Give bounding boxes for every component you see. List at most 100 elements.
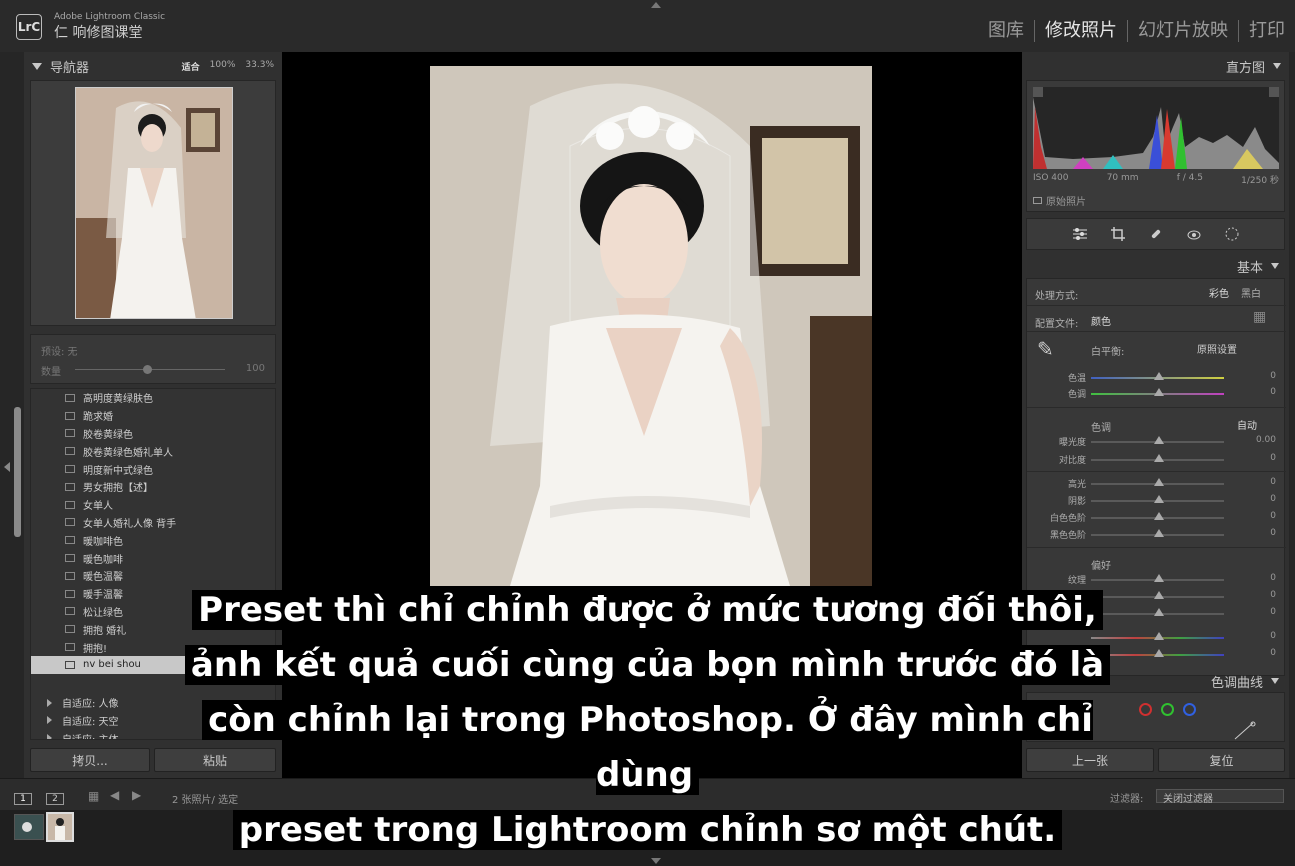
- preset-item[interactable]: 高明度黄绿肤色: [31, 389, 275, 407]
- checkbox-icon: [1033, 197, 1042, 204]
- slider-label: 色温: [1067, 374, 1086, 384]
- profile-dropdown[interactable]: 颜色: [1091, 313, 1111, 328]
- amount-slider-knob[interactable]: [143, 365, 152, 374]
- expand-triangle-icon: [47, 734, 52, 739]
- top-bar: LrC Adobe Lightroom Classic 仁 响修图课堂 图库 修…: [0, 0, 1295, 52]
- masking-icon[interactable]: [1223, 225, 1241, 243]
- collapse-top-arrow-icon[interactable]: [651, 2, 661, 8]
- video-subtitle: Preset thì chỉ chỉnh được ở mức tương đố…: [150, 583, 1145, 858]
- preset-label: 男女拥抱【述】: [83, 483, 153, 495]
- auto-button[interactable]: 自动: [1237, 417, 1257, 432]
- expand-triangle-icon: [47, 716, 52, 725]
- preset-item[interactable]: 暖色咖啡: [31, 549, 275, 567]
- navigator-header[interactable]: 导航器 适合 100% 33.3%: [24, 52, 282, 80]
- blacks-slider[interactable]: 黑色色阶 0: [1027, 528, 1286, 542]
- slider-label: 黑色色阶: [1049, 531, 1086, 541]
- contrast-slider[interactable]: 对比度 0: [1027, 453, 1286, 467]
- slider-knob[interactable]: [1154, 512, 1164, 520]
- wb-label: 白平衡:: [1091, 347, 1125, 358]
- navigator-thumbnail: [75, 87, 233, 319]
- slider-knob[interactable]: [1154, 436, 1164, 444]
- preset-label: 预设: 无: [41, 347, 78, 358]
- view-2-button[interactable]: 2: [46, 793, 64, 805]
- preset-item[interactable]: 女单人: [31, 496, 275, 514]
- preset-icon: [65, 660, 75, 669]
- preset-label: nv bei shou: [83, 659, 141, 671]
- view-1-button[interactable]: 1: [14, 793, 32, 805]
- zoom-33[interactable]: 33.3%: [245, 60, 274, 73]
- slider-knob[interactable]: [1154, 608, 1164, 616]
- whites-slider[interactable]: 白色色阶 0: [1027, 511, 1286, 525]
- focal-value: 70 mm: [1106, 173, 1139, 183]
- slider-value: 0: [1270, 511, 1276, 521]
- treatment-color[interactable]: 彩色: [1209, 285, 1229, 300]
- slider-knob[interactable]: [1154, 478, 1164, 486]
- iso-value: ISO 400: [1033, 173, 1069, 183]
- filmstrip-thumbnail-1[interactable]: [14, 814, 44, 840]
- back-arrow-icon[interactable]: ◀: [110, 788, 119, 802]
- shadows-slider[interactable]: 阴影 0: [1027, 494, 1286, 508]
- module-print[interactable]: 打印: [1238, 20, 1295, 42]
- histogram-graph[interactable]: [1033, 87, 1279, 169]
- preset-item[interactable]: 胶卷黄绿色婚礼单人: [31, 442, 275, 460]
- red-eye-icon[interactable]: [1185, 225, 1203, 243]
- preset-label: 明度新中式绿色: [83, 465, 153, 477]
- blue-channel-icon[interactable]: [1183, 703, 1196, 716]
- slider-knob[interactable]: [1154, 649, 1164, 657]
- grid-icon[interactable]: ▦: [88, 789, 99, 803]
- collapse-bottom-arrow-icon[interactable]: [651, 858, 661, 864]
- preset-icon: [65, 589, 75, 598]
- slider-value: 0: [1270, 371, 1276, 381]
- filmstrip-thumbnail-2[interactable]: [46, 812, 74, 842]
- slider-knob[interactable]: [1154, 388, 1164, 396]
- forward-arrow-icon[interactable]: ▶: [132, 788, 141, 802]
- preset-icon: [65, 625, 75, 634]
- filter-dropdown[interactable]: 关闭过滤器: [1156, 789, 1284, 805]
- slider-knob[interactable]: [1154, 632, 1164, 640]
- subtitle-line-3: còn chỉnh lại trong Photoshop. Ở đây mìn…: [202, 700, 1093, 795]
- divider: [1027, 547, 1286, 548]
- crop-icon[interactable]: [1109, 225, 1127, 243]
- preset-label: 拥抱!: [83, 643, 108, 655]
- green-channel-icon[interactable]: [1161, 703, 1174, 716]
- histogram-header[interactable]: 直方图: [1022, 52, 1289, 80]
- white-balance-picker-icon[interactable]: ✎: [1037, 337, 1054, 361]
- slider-knob[interactable]: [1154, 372, 1164, 380]
- original-photo-toggle[interactable]: 原始照片: [1033, 193, 1086, 208]
- copy-button[interactable]: 拷贝...: [30, 748, 150, 772]
- reset-button[interactable]: 复位: [1158, 748, 1285, 772]
- slider-knob[interactable]: [1154, 574, 1164, 582]
- basic-header[interactable]: 基本: [1022, 255, 1289, 277]
- module-develop[interactable]: 修改照片: [1034, 20, 1127, 42]
- slider-knob[interactable]: [1154, 454, 1164, 462]
- collapse-left-arrow-icon[interactable]: [4, 462, 10, 472]
- preset-label: 暖手温馨: [83, 590, 123, 602]
- highlights-slider[interactable]: 高光 0: [1027, 477, 1286, 491]
- temp-slider[interactable]: 色温 0: [1027, 371, 1286, 385]
- treatment-bw[interactable]: 黑白: [1241, 285, 1261, 300]
- preset-item[interactable]: 明度新中式绿色: [31, 460, 275, 478]
- zoom-fit[interactable]: 适合: [182, 60, 200, 73]
- preset-item[interactable]: 跪求婚: [31, 407, 275, 425]
- zoom-100[interactable]: 100%: [210, 60, 236, 73]
- module-slideshow[interactable]: 幻灯片放映: [1127, 20, 1238, 42]
- preset-item[interactable]: 胶卷黄绿色: [31, 425, 275, 443]
- preset-item[interactable]: 男女拥抱【述】: [31, 478, 275, 496]
- zoom-options: 适合 100% 33.3%: [182, 60, 274, 73]
- preset-icon: [65, 607, 75, 616]
- wb-dropdown[interactable]: 原照设置: [1197, 341, 1237, 356]
- slider-knob[interactable]: [1154, 495, 1164, 503]
- module-library[interactable]: 图库: [978, 20, 1034, 42]
- slider-knob[interactable]: [1154, 529, 1164, 537]
- edit-sliders-icon[interactable]: [1071, 225, 1089, 243]
- exposure-slider[interactable]: 曝光度 0.00: [1027, 435, 1286, 449]
- navigator-preview[interactable]: [30, 80, 276, 326]
- slider-knob[interactable]: [1154, 591, 1164, 599]
- tint-slider[interactable]: 色调 0: [1027, 387, 1286, 401]
- left-scrollbar[interactable]: [14, 407, 21, 537]
- preset-item[interactable]: 女单人婚礼人像 背手: [31, 514, 275, 532]
- left-edge: [0, 52, 24, 778]
- profile-browser-icon[interactable]: ▦: [1253, 309, 1266, 325]
- preset-item[interactable]: 暖咖啡色: [31, 531, 275, 549]
- healing-icon[interactable]: [1147, 225, 1165, 243]
